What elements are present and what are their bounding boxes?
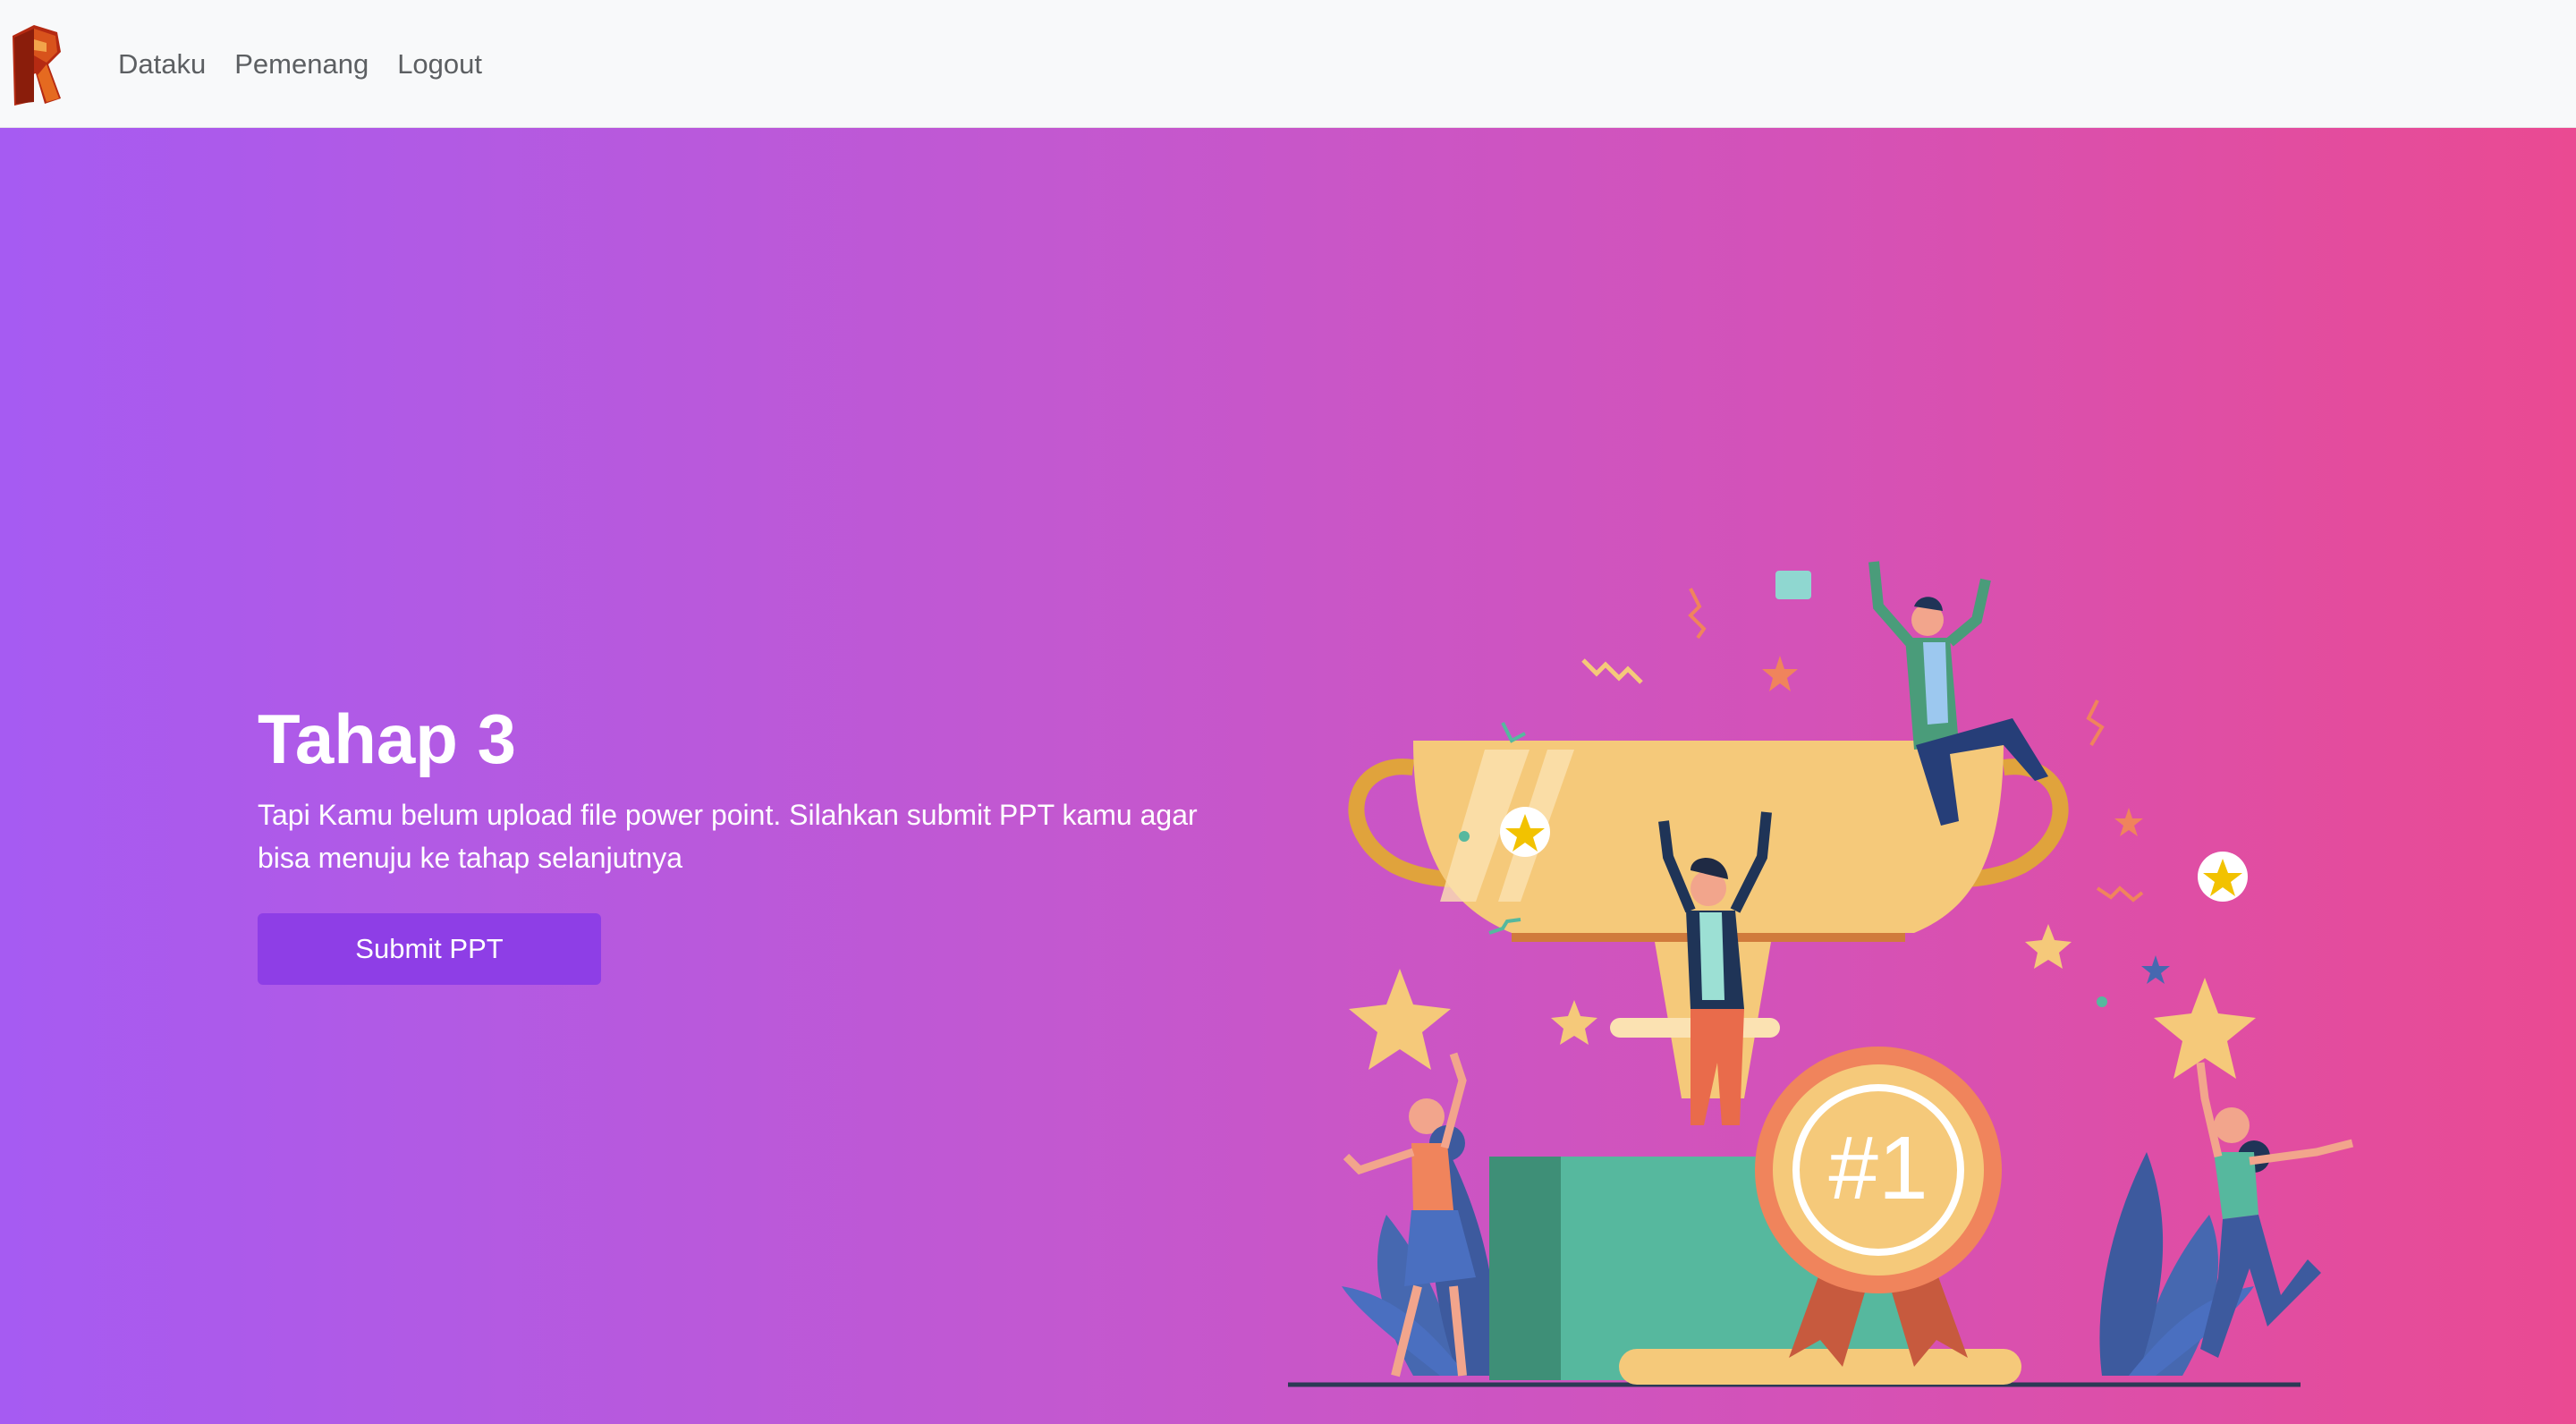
submit-ppt-button[interactable]: Submit PPT [258, 913, 601, 985]
medal-text: #1 [1828, 1118, 1928, 1218]
nav-links: Dataku Pemenang Logout [118, 41, 482, 88]
r-logo-icon[interactable] [7, 20, 64, 107]
page-title: Tahap 3 [258, 699, 516, 778]
nav-link-logout[interactable]: Logout [397, 41, 482, 88]
trophy-celebration-illustration: #1 [1288, 561, 2354, 1387]
hero-section: Tahap 3 Tapi Kamu belum upload file powe… [0, 128, 2576, 1424]
top-navbar: Dataku Pemenang Logout [0, 0, 2576, 128]
nav-link-dataku[interactable]: Dataku [118, 41, 206, 88]
hero-text: Tahap 3 Tapi Kamu belum upload file powe… [258, 700, 1241, 879]
hero-description: Tapi Kamu belum upload file power point.… [258, 799, 1198, 874]
nav-link-pemenang[interactable]: Pemenang [234, 41, 369, 88]
